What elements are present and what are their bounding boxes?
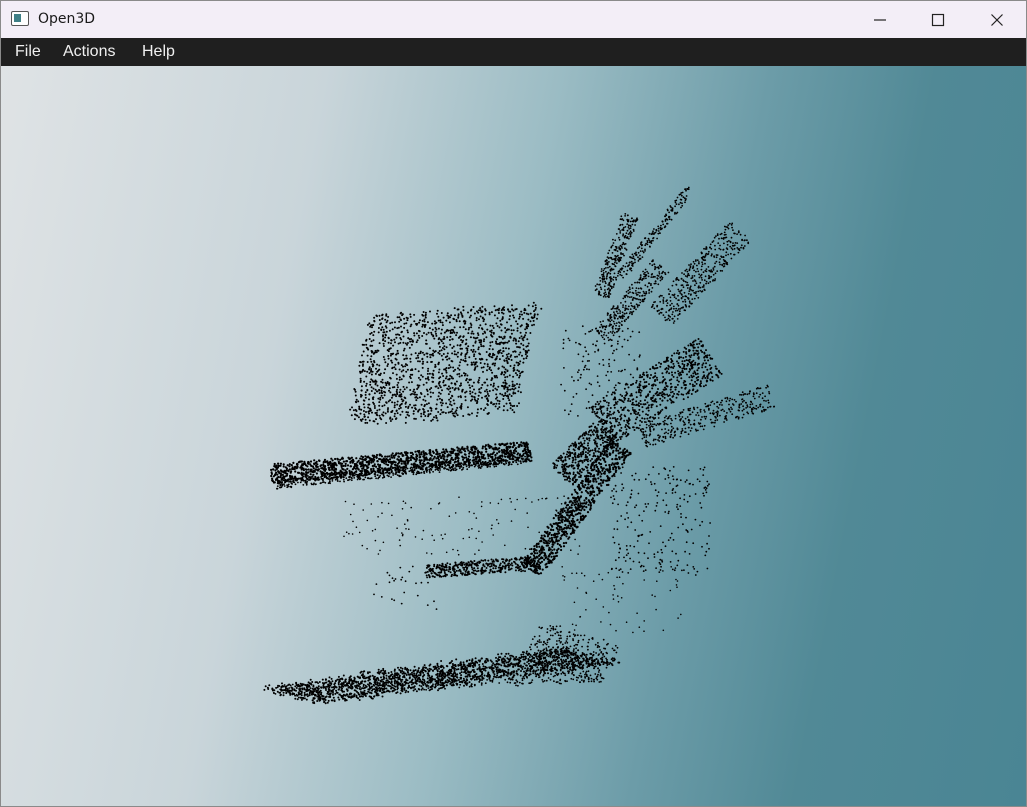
open3d-app-icon [11, 11, 29, 26]
point-cloud [263, 186, 776, 705]
close-button[interactable] [968, 1, 1026, 38]
menu-actions[interactable]: Actions [63, 38, 115, 66]
title-bar[interactable]: Open3D [1, 1, 1026, 38]
menu-file[interactable]: File [15, 38, 41, 66]
close-icon [991, 13, 1003, 26]
3d-viewport[interactable] [1, 66, 1026, 806]
window-title: Open3D [38, 11, 96, 27]
menu-help[interactable]: Help [142, 38, 175, 66]
app-window: Open3D File Actions Help [0, 0, 1027, 807]
menu-bar: File Actions Help [1, 38, 1026, 66]
minimize-icon [874, 18, 886, 21]
maximize-icon [931, 13, 945, 26]
maximize-button[interactable] [909, 1, 967, 38]
minimize-button[interactable] [851, 1, 909, 38]
